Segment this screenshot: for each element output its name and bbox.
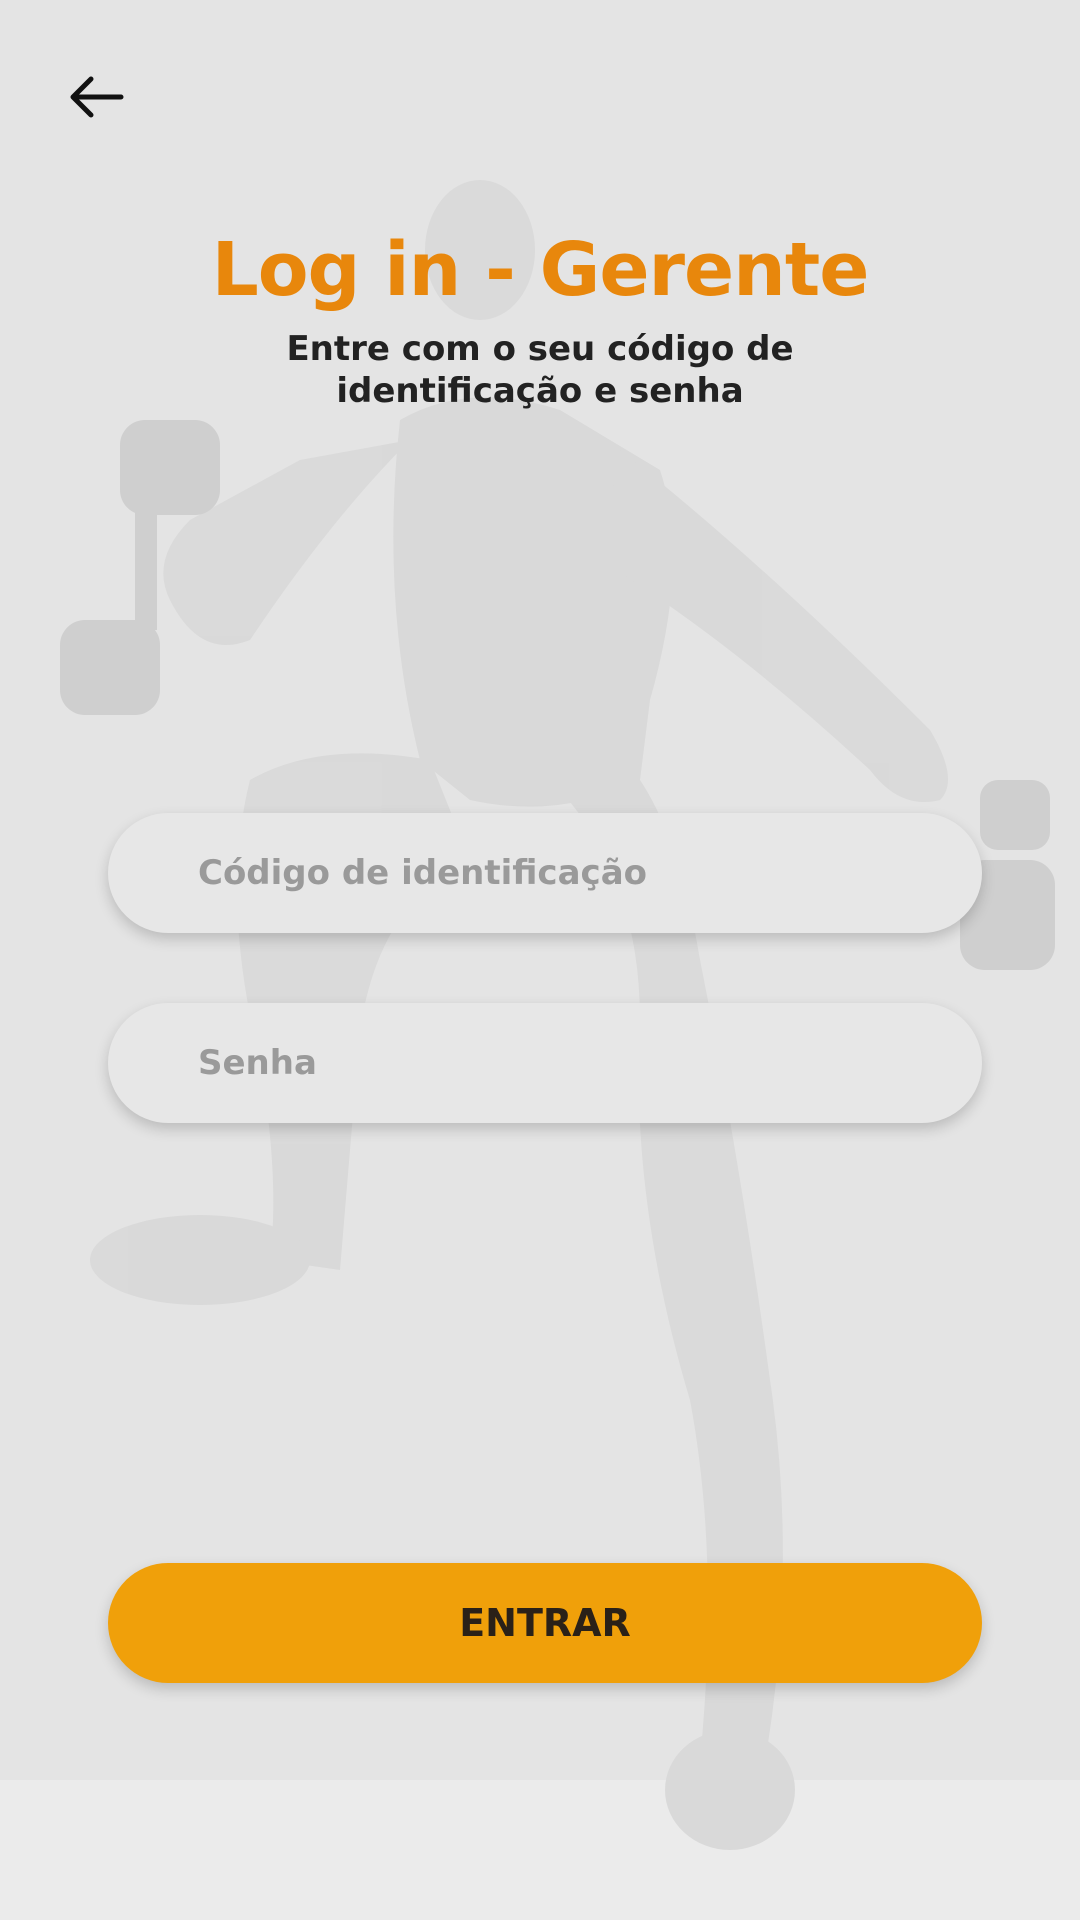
page-title: Log in - Gerente [211,227,870,313]
submit-button[interactable]: ENTRAR [108,1563,982,1683]
code-field[interactable] [108,813,982,933]
password-field[interactable] [108,1003,982,1123]
password-input[interactable] [196,1042,982,1084]
back-button[interactable] [52,52,142,142]
code-input[interactable] [196,852,982,894]
arrow-left-icon [70,76,124,118]
page-subtitle: Entre com o seu código de identificação … [286,329,794,411]
